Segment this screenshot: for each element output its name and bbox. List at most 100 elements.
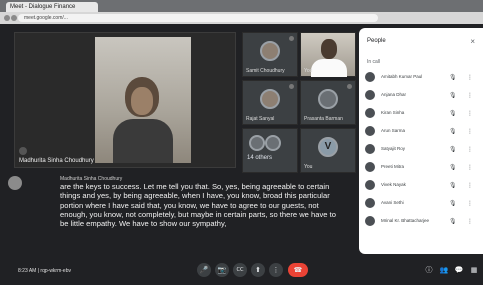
list-item[interactable]: Arun Sarma 🎙 ⋮ bbox=[365, 124, 477, 138]
mic-icon[interactable]: 🎙 bbox=[449, 182, 457, 189]
participant-face bbox=[321, 39, 337, 59]
list-item[interactable]: Anjana Dhar 🎙 ⋮ bbox=[365, 88, 477, 102]
avatar bbox=[365, 144, 375, 154]
meet-window: Madhurita Sinha Choudhury Samit Choudhur… bbox=[0, 24, 483, 285]
hang-up-button[interactable]: ☎ bbox=[288, 263, 308, 277]
participant-figure bbox=[311, 59, 347, 77]
avatar bbox=[265, 135, 281, 151]
mic-icon[interactable]: 🎙 bbox=[449, 200, 457, 207]
live-caption: Madhurita Sinha Choudhury are the keys t… bbox=[38, 176, 338, 228]
avatar bbox=[365, 198, 375, 208]
participant-tile-4[interactable]: Prasanta Barman bbox=[300, 80, 356, 125]
people-panel: People × In call Amitabh Kumar Paul 🎙 ⋮ … bbox=[359, 28, 483, 254]
mic-status-icon bbox=[347, 84, 352, 89]
participant-name: Anjana Dhar bbox=[381, 92, 407, 97]
participant-name: Prasanta Barman bbox=[304, 116, 343, 122]
participant-name: Preeti Mitra bbox=[381, 164, 405, 169]
participant-name: Vivek Nayak bbox=[381, 182, 406, 187]
chat-icon[interactable]: 💬 bbox=[454, 265, 464, 275]
avatar bbox=[365, 90, 375, 100]
participant-name: Avani Sethi bbox=[381, 200, 404, 205]
participant-tile-self[interactable]: V You bbox=[300, 128, 356, 173]
more-options-icon[interactable]: ⋮ bbox=[467, 200, 473, 207]
participant-tile-3[interactable]: Rajat Sanyal bbox=[242, 80, 298, 125]
mic-icon[interactable]: 🎙 bbox=[449, 218, 457, 225]
back-icon[interactable] bbox=[4, 15, 10, 21]
browser-address-bar: meet.google.com/... bbox=[0, 12, 483, 24]
url-field[interactable]: meet.google.com/... bbox=[18, 14, 378, 22]
more-options-icon[interactable]: ⋮ bbox=[467, 128, 473, 135]
reload-icon[interactable] bbox=[11, 15, 17, 21]
camera-toggle-button[interactable]: 📷 bbox=[215, 263, 229, 277]
participant-name: Mrinal Kr. Bhattacharjee bbox=[381, 218, 430, 223]
list-item[interactable]: Vivek Nayak 🎙 ⋮ bbox=[365, 178, 477, 192]
mic-icon[interactable]: 🎙 bbox=[449, 146, 457, 153]
mic-icon[interactable]: 🎙 bbox=[449, 164, 457, 171]
more-options-icon[interactable]: ⋮ bbox=[467, 164, 473, 171]
main-speaker-tile[interactable]: Madhurita Sinha Choudhury bbox=[14, 32, 236, 168]
avatar bbox=[365, 216, 375, 226]
speaker-video bbox=[95, 37, 191, 163]
caption-text: are the keys to success. Let me tell you… bbox=[60, 182, 336, 228]
participant-name: Samit Choudhury bbox=[246, 68, 285, 74]
browser-tab[interactable]: Meet - Dialogue Finance bbox=[6, 2, 98, 12]
meeting-control-bar: 8:23 AM | rqp-wkrm-ebv 🎤 📷 CC ⬆ ⋮ ☎ ⓘ 👥 … bbox=[0, 260, 483, 285]
more-participants-tile[interactable]: 14 others bbox=[242, 128, 298, 173]
more-options-icon[interactable]: ⋮ bbox=[467, 146, 473, 153]
caption-speaker-avatar bbox=[8, 176, 22, 190]
participant-name: Arun Sarma bbox=[381, 128, 406, 133]
participant-name: Satyajit Roy bbox=[381, 146, 406, 151]
mic-toggle-button[interactable]: 🎤 bbox=[197, 263, 211, 277]
mic-status-icon bbox=[289, 84, 294, 89]
mic-status-icon bbox=[289, 36, 294, 41]
more-options-icon[interactable]: ⋮ bbox=[467, 74, 473, 81]
list-item[interactable]: Avani Sethi 🎙 ⋮ bbox=[365, 196, 477, 210]
avatar bbox=[365, 126, 375, 136]
activities-icon[interactable]: ▦ bbox=[469, 265, 479, 275]
participant-name: You bbox=[304, 164, 313, 170]
more-options-button[interactable]: ⋮ bbox=[269, 263, 283, 277]
more-participants-count: 14 others bbox=[247, 155, 273, 161]
avatar bbox=[249, 135, 265, 151]
mic-icon[interactable]: 🎙 bbox=[449, 110, 457, 117]
avatar bbox=[260, 89, 280, 109]
avatar bbox=[365, 162, 375, 172]
browser-tab-bar: Meet - Dialogue Finance bbox=[0, 0, 483, 12]
avatar bbox=[260, 41, 280, 61]
more-options-icon[interactable]: ⋮ bbox=[467, 182, 473, 189]
participant-name: Amitabh Kumar Paul bbox=[381, 74, 423, 79]
main-tile-name: Madhurita Sinha Choudhury bbox=[19, 158, 94, 164]
list-item[interactable]: Kiran Sinha 🎙 ⋮ bbox=[365, 106, 477, 120]
mic-status-icon bbox=[19, 147, 27, 155]
more-options-icon[interactable]: ⋮ bbox=[467, 218, 473, 225]
participant-tile-2[interactable]: You bbox=[300, 32, 356, 77]
participant-name: Kiran Sinha bbox=[381, 110, 405, 115]
list-item[interactable]: Preeti Mitra 🎙 ⋮ bbox=[365, 160, 477, 174]
captions-button[interactable]: CC bbox=[233, 263, 247, 277]
list-item[interactable]: Mrinal Kr. Bhattacharjee 🎙 ⋮ bbox=[365, 214, 477, 228]
mic-icon[interactable]: 🎙 bbox=[449, 74, 457, 81]
speaker-face bbox=[131, 87, 153, 115]
mic-icon[interactable]: 🎙 bbox=[449, 128, 457, 135]
participant-tile-1[interactable]: Samit Choudhury bbox=[242, 32, 298, 77]
avatar bbox=[365, 180, 375, 190]
close-icon[interactable]: × bbox=[470, 37, 475, 46]
panel-title: People bbox=[367, 38, 386, 44]
participant-name: You bbox=[304, 68, 313, 74]
more-options-icon[interactable]: ⋮ bbox=[467, 110, 473, 117]
avatar bbox=[318, 89, 338, 109]
speaker-figure bbox=[113, 119, 173, 163]
avatar: V bbox=[318, 137, 338, 157]
participant-name: Rajat Sanyal bbox=[246, 116, 275, 122]
meeting-details-icon[interactable]: ⓘ bbox=[424, 265, 434, 275]
more-options-icon[interactable]: ⋮ bbox=[467, 92, 473, 99]
people-icon[interactable]: 👥 bbox=[439, 265, 449, 275]
avatar bbox=[365, 72, 375, 82]
mic-icon[interactable]: 🎙 bbox=[449, 92, 457, 99]
list-item[interactable]: Satyajit Roy 🎙 ⋮ bbox=[365, 142, 477, 156]
avatar bbox=[365, 108, 375, 118]
meeting-time-and-code: 8:23 AM | rqp-wkrm-ebv bbox=[18, 268, 71, 274]
panel-section-label: In call bbox=[367, 59, 381, 65]
list-item[interactable]: Amitabh Kumar Paul 🎙 ⋮ bbox=[365, 70, 477, 84]
present-button[interactable]: ⬆ bbox=[251, 263, 265, 277]
